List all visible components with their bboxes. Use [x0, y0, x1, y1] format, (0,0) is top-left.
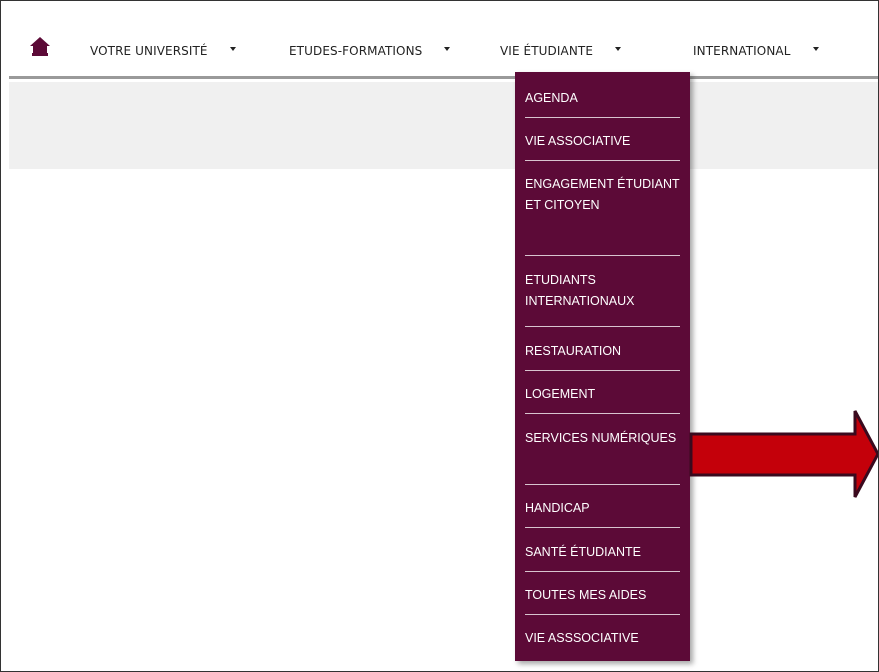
- menu-item-engagement[interactable]: ENGAGEMENT ÉTUDIANT ET CITOYEN: [525, 171, 680, 256]
- nav-item-label: VIE ÉTUDIANTE: [500, 44, 594, 58]
- nav-item-label: VOTRE UNIVERSITÉ: [90, 44, 208, 58]
- menu-item-label: ENGAGEMENT ÉTUDIANT ET CITOYEN: [525, 177, 680, 212]
- screenshot-frame: VOTRE UNIVERSITÉ ETUDES-FORMATIONS VIE É…: [0, 0, 879, 672]
- caret-down-icon: [444, 47, 451, 51]
- menu-item-etudiants-internationaux[interactable]: ETUDIANTS INTERNATIONAUX: [525, 267, 680, 327]
- home-icon[interactable]: [29, 36, 51, 56]
- main-navigation: VOTRE UNIVERSITÉ ETUDES-FORMATIONS VIE É…: [9, 9, 878, 79]
- menu-item-handicap[interactable]: HANDICAP: [525, 495, 680, 528]
- nav-item-etudes-formations[interactable]: ETUDES-FORMATIONS: [289, 44, 451, 58]
- menu-item-restauration[interactable]: RESTAURATION: [525, 338, 680, 371]
- nav-item-international[interactable]: INTERNATIONAL: [693, 44, 819, 58]
- menu-item-label: TOUTES MES AIDES: [525, 588, 647, 602]
- menu-item-label: AGENDA: [525, 91, 578, 105]
- nav-item-label: INTERNATIONAL: [693, 44, 791, 58]
- vie-etudiante-dropdown: AGENDA VIE ASSOCIATIVE ENGAGEMENT ÉTUDIA…: [515, 72, 690, 661]
- menu-item-label: VIE ASSSOCIATIVE: [525, 631, 639, 645]
- menu-item-label: VIE ASSOCIATIVE: [525, 134, 631, 148]
- menu-item-label: RESTAURATION: [525, 344, 622, 358]
- nav-item-label: ETUDES-FORMATIONS: [289, 44, 423, 58]
- menu-item-toutes-mes-aides[interactable]: TOUTES MES AIDES: [525, 582, 680, 615]
- menu-item-sante-etudiante[interactable]: SANTÉ ÉTUDIANTE: [525, 539, 680, 572]
- menu-item-logement[interactable]: LOGEMENT: [525, 381, 680, 414]
- menu-item-label: HANDICAP: [525, 501, 590, 515]
- nav-item-vie-etudiante[interactable]: VIE ÉTUDIANTE: [500, 44, 622, 58]
- page-header-band: [9, 82, 878, 169]
- menu-item-vie-associative[interactable]: VIE ASSOCIATIVE: [525, 128, 680, 161]
- red-arrow-icon: [689, 409, 878, 499]
- caret-down-icon: [812, 47, 819, 51]
- menu-item-label: LOGEMENT: [525, 387, 596, 401]
- menu-item-services-numeriques[interactable]: SERVICES NUMÉRIQUES: [525, 425, 680, 485]
- menu-item-vie-asssociative[interactable]: VIE ASSSOCIATIVE: [525, 625, 680, 658]
- menu-item-label: ETUDIANTS INTERNATIONAUX: [525, 273, 635, 308]
- caret-down-icon: [229, 47, 236, 51]
- nav-item-votre-universite[interactable]: VOTRE UNIVERSITÉ: [90, 44, 236, 58]
- menu-item-label: SANTÉ ÉTUDIANTE: [525, 545, 641, 559]
- caret-down-icon: [615, 47, 622, 51]
- menu-item-label: SERVICES NUMÉRIQUES: [525, 431, 677, 445]
- menu-item-agenda[interactable]: AGENDA: [525, 85, 680, 118]
